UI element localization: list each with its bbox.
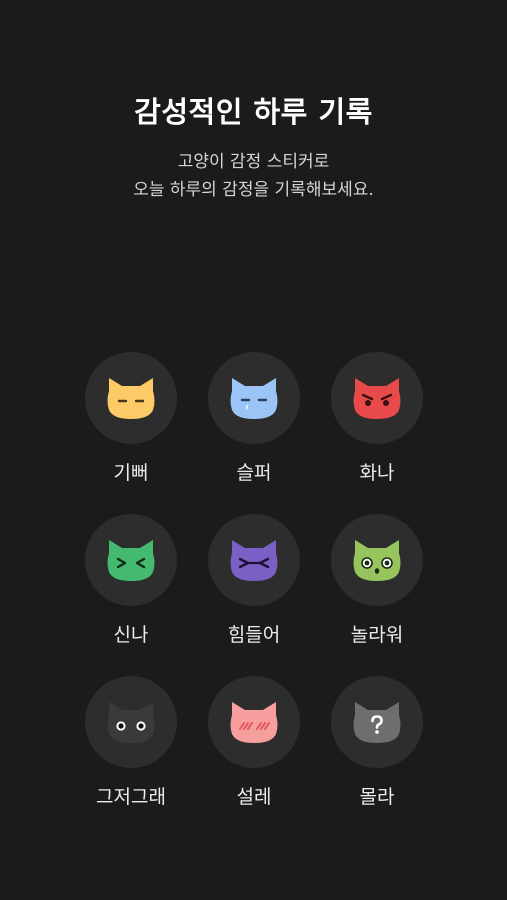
emotion-option-surprised[interactable]: 놀라워 xyxy=(331,514,423,648)
sad-cat-icon xyxy=(230,378,278,419)
emotion-option-excited[interactable]: 신나 xyxy=(85,514,177,648)
emotion-label-tired: 힘들어 xyxy=(227,624,281,646)
emotion-option-unknown[interactable]: 몰라 xyxy=(331,676,423,810)
emotion-grid: 기뻐 슬퍼 화나 신나 힘들어 놀라워 그저그래 설레 몰라 xyxy=(85,352,423,810)
fluttered-cat-icon xyxy=(230,702,278,743)
emotion-label-happy: 기뻐 xyxy=(113,462,149,484)
emotion-label-fluttered: 설레 xyxy=(236,786,272,808)
emotion-button-happy[interactable] xyxy=(85,352,177,444)
emotion-label-unknown: 몰라 xyxy=(359,786,395,808)
emotion-button-unknown[interactable] xyxy=(331,676,423,768)
emotion-option-meh[interactable]: 그저그래 xyxy=(85,676,177,810)
emotion-button-surprised[interactable] xyxy=(331,514,423,606)
emotion-button-sad[interactable] xyxy=(208,352,300,444)
subtitle-line-2: 오늘 하루의 감정을 기록해보세요. xyxy=(133,180,374,200)
emotion-label-sad: 슬퍼 xyxy=(236,462,272,484)
emotion-button-angry[interactable] xyxy=(331,352,423,444)
emotion-button-fluttered[interactable] xyxy=(208,676,300,768)
angry-cat-icon xyxy=(353,378,401,419)
emotion-label-surprised: 놀라워 xyxy=(350,624,404,646)
header: 감성적인 하루 기록 고양이 감정 스티커로 오늘 하루의 감정을 기록해보세요… xyxy=(0,88,507,204)
emotion-option-happy[interactable]: 기뻐 xyxy=(85,352,177,486)
emotion-button-meh[interactable] xyxy=(85,676,177,768)
emotion-option-angry[interactable]: 화나 xyxy=(331,352,423,486)
emotion-option-tired[interactable]: 힘들어 xyxy=(208,514,300,648)
page-title: 감성적인 하루 기록 xyxy=(134,95,373,129)
emotion-option-sad[interactable]: 슬퍼 xyxy=(208,352,300,486)
excited-cat-icon xyxy=(107,540,155,581)
emotion-label-meh: 그저그래 xyxy=(96,786,166,808)
page-subtitle: 고양이 감정 스티커로 오늘 하루의 감정을 기록해보세요. xyxy=(0,148,507,204)
subtitle-line-1: 고양이 감정 스티커로 xyxy=(177,152,330,172)
emotion-button-excited[interactable] xyxy=(85,514,177,606)
emotion-option-fluttered[interactable]: 설레 xyxy=(208,676,300,810)
surprised-cat-icon xyxy=(353,540,401,581)
emotion-button-tired[interactable] xyxy=(208,514,300,606)
unknown-cat-icon xyxy=(353,702,401,743)
emotion-label-angry: 화나 xyxy=(359,462,395,484)
emotion-label-excited: 신나 xyxy=(113,624,149,646)
meh-cat-icon xyxy=(107,702,155,743)
tired-cat-icon xyxy=(230,540,278,581)
happy-cat-icon xyxy=(107,378,155,419)
